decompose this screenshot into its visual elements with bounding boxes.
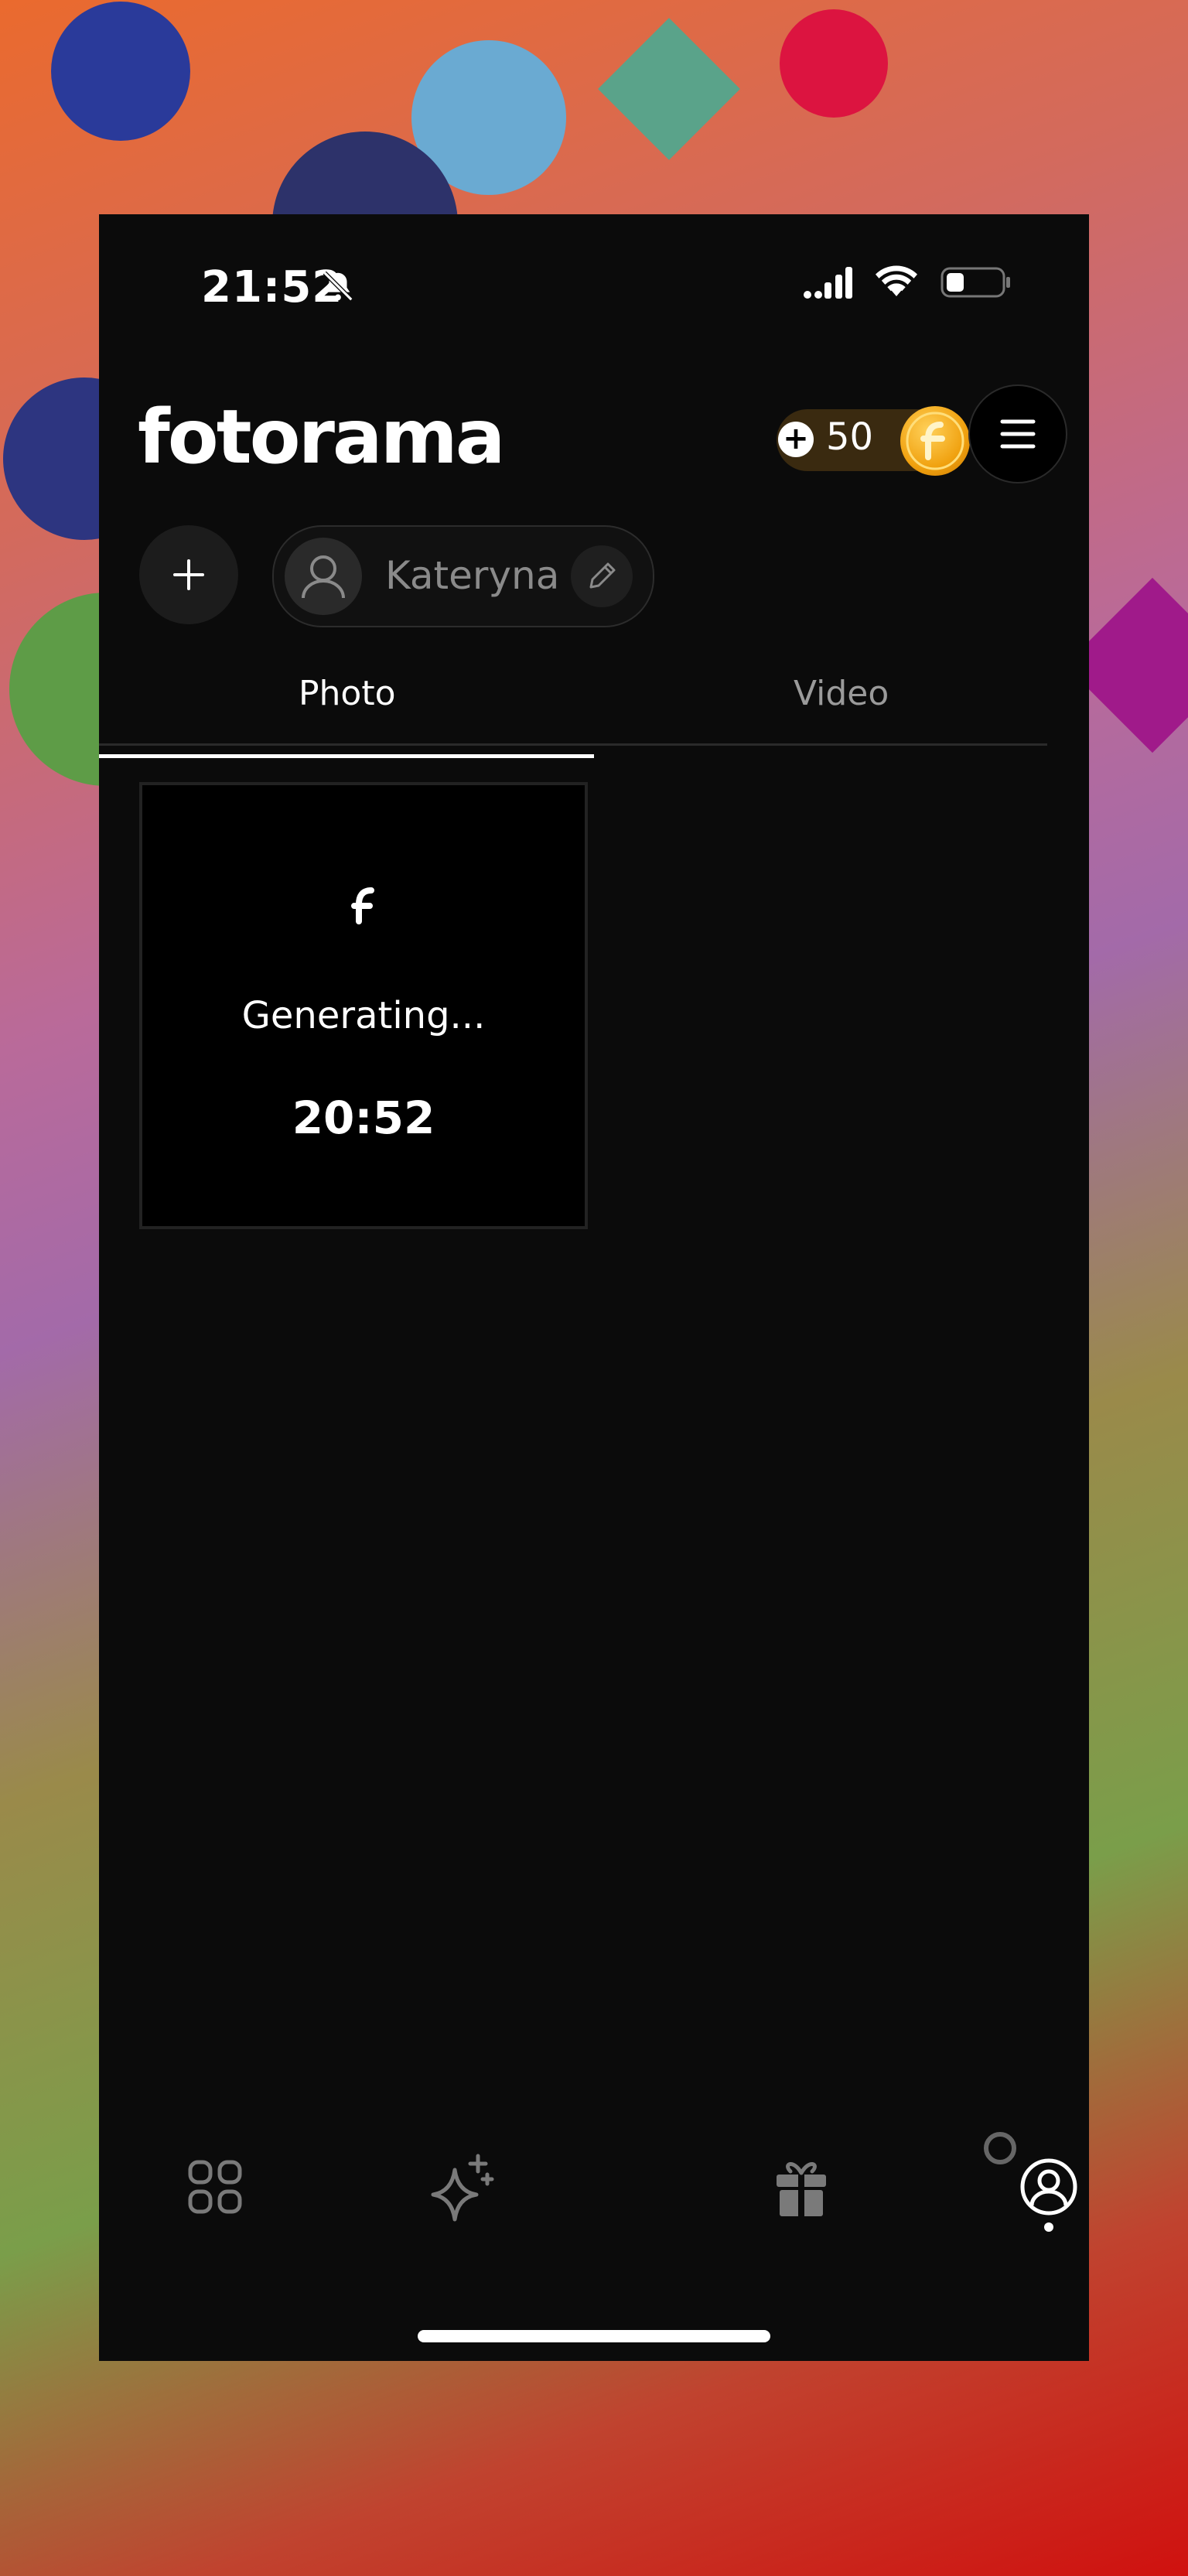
app-logo: fotorama — [138, 394, 505, 480]
user-icon — [302, 555, 345, 599]
bottom-navigation — [99, 2148, 1089, 2257]
bg-diamond-green — [598, 18, 740, 160]
bg-circle-red — [780, 9, 888, 118]
nav-create[interactable] — [422, 2148, 500, 2226]
coin-icon — [900, 406, 970, 476]
edit-profile-button[interactable] — [571, 545, 633, 607]
profile-name: Kateryna — [385, 553, 560, 598]
bell-muted-icon — [323, 271, 353, 302]
app-screen: 21:52 fotorama + 50 Kateryna Photo Video… — [99, 214, 1089, 2361]
pencil-icon — [589, 562, 616, 589]
menu-icon — [1000, 419, 1036, 449]
sparkle-icon — [431, 2154, 494, 2222]
wifi-icon — [876, 265, 917, 296]
active-tab-indicator — [99, 754, 594, 758]
generation-card[interactable]: Generating... 20:52 — [139, 782, 588, 1229]
battery-icon — [940, 267, 1010, 298]
bg-circle-blue — [51, 2, 190, 141]
profile-icon — [1020, 2158, 1077, 2232]
cellular-signal-icon — [804, 267, 852, 299]
add-coins-icon: + — [778, 422, 814, 457]
grid-icon — [188, 2160, 242, 2214]
tab-photo[interactable]: Photo — [299, 674, 396, 713]
home-indicator — [418, 2330, 770, 2342]
media-tabs: Photo Video — [99, 674, 1047, 746]
nav-profile[interactable] — [1010, 2148, 1087, 2232]
generation-time: 20:52 — [292, 1092, 435, 1144]
tab-video[interactable]: Video — [794, 674, 889, 713]
gift-icon — [777, 2162, 826, 2216]
nav-home[interactable] — [176, 2148, 254, 2226]
coin-count: 50 — [826, 415, 874, 459]
loading-spinner-icon — [984, 2132, 1016, 2164]
profile-selector[interactable]: Kateryna — [272, 525, 654, 627]
avatar — [285, 538, 362, 615]
plus-icon — [173, 559, 204, 590]
menu-button[interactable] — [968, 384, 1067, 483]
generation-status: Generating... — [241, 994, 486, 1037]
fotorama-f-icon — [351, 887, 374, 924]
add-profile-button[interactable] — [139, 525, 238, 624]
nav-gifts[interactable] — [763, 2148, 840, 2226]
status-icons — [803, 265, 1012, 299]
